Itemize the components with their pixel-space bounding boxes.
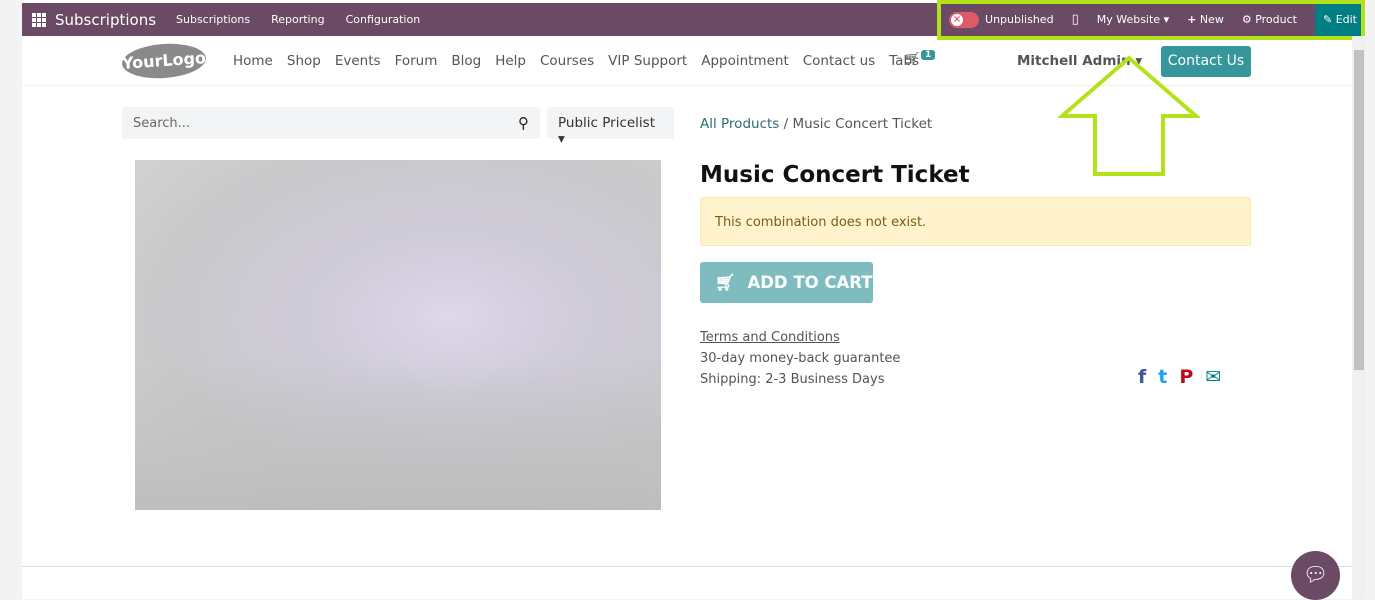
nav-blog[interactable]: Blog [451,53,481,69]
breadcrumb-current: Music Concert Ticket [792,116,933,132]
terms-link[interactable]: Terms and Conditions [700,330,840,345]
nav-vip-support[interactable]: VIP Support [608,53,687,69]
combination-alert: This combination does not exist. [700,197,1251,246]
nav-shop[interactable]: Shop [287,53,321,69]
nav-contact-us[interactable]: Contact us [803,53,875,69]
facebook-icon[interactable]: f [1138,366,1146,388]
breadcrumb: All Products / Music Concert Ticket [700,116,932,132]
pricelist-label: Public Pricelist [558,115,656,131]
nav-forum[interactable]: Forum [395,53,438,69]
search-placeholder: Search... [133,116,191,131]
product-title: Music Concert Ticket [700,162,970,188]
search-icon[interactable]: ⚲ [518,114,529,132]
guarantee-text: 30-day money-back guarantee [700,351,901,366]
scrollbar[interactable] [1352,36,1366,599]
breadcrumb-separator: / [783,116,789,132]
menu-subscriptions[interactable]: Subscriptions [176,13,250,26]
breadcrumb-all-products[interactable]: All Products [700,116,779,132]
add-to-cart-button[interactable]: 🛒︎ ADD TO CART [700,262,873,303]
nav-events[interactable]: Events [335,53,381,69]
twitter-icon[interactable]: t [1158,366,1167,388]
product-image [135,160,661,510]
app-title[interactable]: Subscriptions [55,11,156,29]
nav-help[interactable]: Help [495,53,526,69]
logo[interactable]: YourLogo [120,41,208,81]
email-icon[interactable]: ✉ [1205,366,1221,388]
pricelist-dropdown[interactable]: Public Pricelist ▾ [547,107,674,147]
highlight-box [937,0,1365,40]
footer-divider [22,566,1352,567]
add-to-cart-label: ADD TO CART [747,273,873,292]
apps-icon[interactable] [32,12,46,27]
nav-home[interactable]: Home [233,53,273,69]
menu-configuration[interactable]: Configuration [346,13,421,26]
chat-icon[interactable]: 💬︎ [1291,551,1340,600]
menu-reporting[interactable]: Reporting [271,13,324,26]
cart-icon: 🛒︎ [715,273,736,292]
pinterest-icon[interactable]: P [1179,366,1193,388]
arrow-up-annotation [1058,55,1200,176]
cart-icon[interactable]: 🛒︎ [904,52,921,67]
cart-count: 1 [921,50,936,60]
shipping-text: Shipping: 2-3 Business Days [700,372,885,387]
share-icons: f t P ✉ [1138,366,1221,388]
search-input[interactable]: Search... ⚲ [122,107,540,139]
nav-courses[interactable]: Courses [540,53,594,69]
nav-appointment[interactable]: Appointment [701,53,789,69]
